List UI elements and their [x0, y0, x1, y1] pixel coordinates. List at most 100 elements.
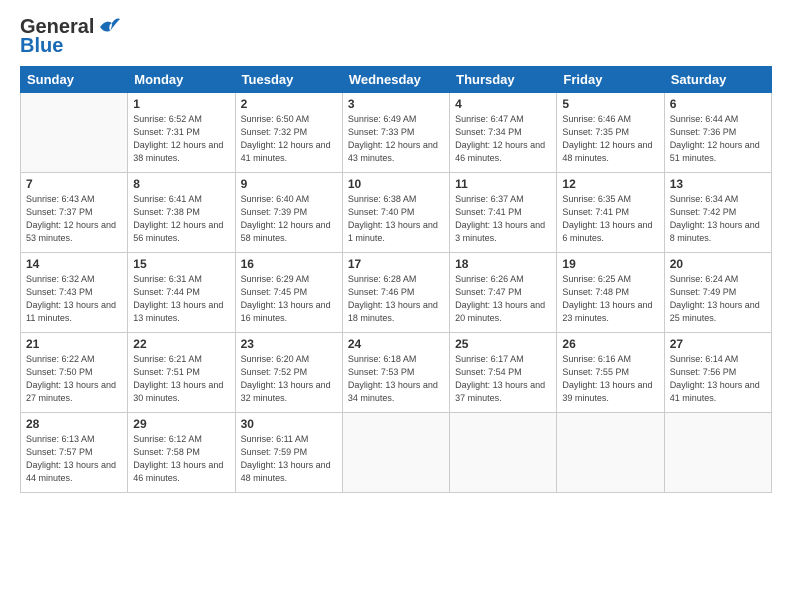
day-number: 13	[670, 177, 766, 191]
logo-blue-text: Blue	[20, 35, 63, 58]
cell-sun-info: Sunrise: 6:22 AMSunset: 7:50 PMDaylight:…	[26, 353, 122, 405]
cell-sun-info: Sunrise: 6:37 AMSunset: 7:41 PMDaylight:…	[455, 193, 551, 245]
calendar-cell	[664, 413, 771, 493]
cell-sun-info: Sunrise: 6:40 AMSunset: 7:39 PMDaylight:…	[241, 193, 337, 245]
calendar-cell: 16Sunrise: 6:29 AMSunset: 7:45 PMDayligh…	[235, 253, 342, 333]
day-number: 7	[26, 177, 122, 191]
calendar-cell: 30 Sunrise: 6:11 AMSunset: 7:59 PMDayligh…	[235, 413, 342, 493]
day-number: 22	[133, 337, 229, 351]
calendar-day-header-saturday: Saturday	[664, 67, 771, 93]
calendar-week-row: 1 Sunrise: 6:52 AMSunset: 7:31 PMDaylight…	[21, 93, 772, 173]
calendar-cell: 19 Sunrise: 6:25 AMSunset: 7:48 PMDayligh…	[557, 253, 664, 333]
calendar-cell: 23 Sunrise: 6:20 AMSunset: 7:52 PMDayligh…	[235, 333, 342, 413]
calendar-cell: 20 Sunrise: 6:24 AMSunset: 7:49 PMDayligh…	[664, 253, 771, 333]
cell-sun-info: Sunrise: 6:18 AMSunset: 7:53 PMDaylight:…	[348, 353, 444, 405]
day-number: 25	[455, 337, 551, 351]
cell-sun-info: Sunrise: 6:20 AMSunset: 7:52 PMDaylight:…	[241, 353, 337, 405]
day-number: 18	[455, 257, 551, 271]
calendar-cell: 13 Sunrise: 6:34 AMSunset: 7:42 PMDayligh…	[664, 173, 771, 253]
day-number: 28	[26, 417, 122, 431]
calendar-cell: 9 Sunrise: 6:40 AMSunset: 7:39 PMDaylight…	[235, 173, 342, 253]
calendar-cell: 26 Sunrise: 6:16 AMSunset: 7:55 PMDayligh…	[557, 333, 664, 413]
calendar-cell: 6 Sunrise: 6:44 AMSunset: 7:36 PMDaylight…	[664, 93, 771, 173]
calendar-cell	[21, 93, 128, 173]
calendar-week-row: 21 Sunrise: 6:22 AMSunset: 7:50 PMDayligh…	[21, 333, 772, 413]
logo: General Blue	[20, 16, 120, 58]
calendar-week-row: 14 Sunrise: 6:32 AMSunset: 7:43 PMDayligh…	[21, 253, 772, 333]
calendar-cell: 12 Sunrise: 6:35 AMSunset: 7:41 PMDayligh…	[557, 173, 664, 253]
cell-sun-info: Sunrise: 6:47 AMSunset: 7:34 PMDaylight:…	[455, 113, 551, 165]
day-number: 5	[562, 97, 658, 111]
calendar-day-header-friday: Friday	[557, 67, 664, 93]
cell-sun-info: Sunrise: 6:14 AMSunset: 7:56 PMDaylight:…	[670, 353, 766, 405]
cell-sun-info: Sunrise: 6:43 AMSunset: 7:37 PMDaylight:…	[26, 193, 122, 245]
cell-sun-info: Sunrise: 6:25 AMSunset: 7:48 PMDaylight:…	[562, 273, 658, 325]
cell-sun-info: Sunrise: 6:28 AMSunset: 7:46 PMDaylight:…	[348, 273, 444, 325]
calendar-cell: 21 Sunrise: 6:22 AMSunset: 7:50 PMDayligh…	[21, 333, 128, 413]
cell-sun-info: Sunrise: 6:50 AMSunset: 7:32 PMDaylight:…	[241, 113, 337, 165]
calendar-day-header-sunday: Sunday	[21, 67, 128, 93]
cell-sun-info: Sunrise: 6:17 AMSunset: 7:54 PMDaylight:…	[455, 353, 551, 405]
cell-sun-info: Sunrise: 6:44 AMSunset: 7:36 PMDaylight:…	[670, 113, 766, 165]
header: General Blue	[20, 16, 772, 58]
day-number: 20	[670, 257, 766, 271]
cell-sun-info: Sunrise: 6:46 AMSunset: 7:35 PMDaylight:…	[562, 113, 658, 165]
day-number: 23	[241, 337, 337, 351]
calendar-cell: 3 Sunrise: 6:49 AMSunset: 7:33 PMDaylight…	[342, 93, 449, 173]
cell-sun-info: Sunrise: 6:34 AMSunset: 7:42 PMDaylight:…	[670, 193, 766, 245]
cell-sun-info: Sunrise: 6:11 AMSunset: 7:59 PMDaylight:…	[241, 433, 337, 485]
calendar-week-row: 7 Sunrise: 6:43 AMSunset: 7:37 PMDaylight…	[21, 173, 772, 253]
cell-sun-info: Sunrise: 6:32 AMSunset: 7:43 PMDaylight:…	[26, 273, 122, 325]
calendar-day-header-thursday: Thursday	[450, 67, 557, 93]
calendar-cell	[557, 413, 664, 493]
calendar-cell: 18 Sunrise: 6:26 AMSunset: 7:47 PMDayligh…	[450, 253, 557, 333]
calendar-header-row: SundayMondayTuesdayWednesdayThursdayFrid…	[21, 67, 772, 93]
calendar-cell: 2 Sunrise: 6:50 AMSunset: 7:32 PMDaylight…	[235, 93, 342, 173]
cell-sun-info: Sunrise: 6:26 AMSunset: 7:47 PMDaylight:…	[455, 273, 551, 325]
day-number: 29	[133, 417, 229, 431]
calendar-cell: 24 Sunrise: 6:18 AMSunset: 7:53 PMDayligh…	[342, 333, 449, 413]
day-number: 6	[670, 97, 766, 111]
calendar-table: SundayMondayTuesdayWednesdayThursdayFrid…	[20, 66, 772, 493]
calendar-week-row: 28Sunrise: 6:13 AMSunset: 7:57 PMDayligh…	[21, 413, 772, 493]
day-number: 9	[241, 177, 337, 191]
calendar-cell: 17 Sunrise: 6:28 AMSunset: 7:46 PMDayligh…	[342, 253, 449, 333]
day-number: 11	[455, 177, 551, 191]
cell-sun-info: Sunrise: 6:29 AMSunset: 7:45 PMDaylight:…	[241, 273, 337, 325]
cell-sun-info: Sunrise: 6:52 AMSunset: 7:31 PMDaylight:…	[133, 113, 229, 165]
calendar-cell: 1 Sunrise: 6:52 AMSunset: 7:31 PMDaylight…	[128, 93, 235, 173]
day-number: 4	[455, 97, 551, 111]
day-number: 24	[348, 337, 444, 351]
day-number: 26	[562, 337, 658, 351]
day-number: 27	[670, 337, 766, 351]
cell-sun-info: Sunrise: 6:24 AMSunset: 7:49 PMDaylight:…	[670, 273, 766, 325]
day-number: 12	[562, 177, 658, 191]
day-number: 30	[241, 417, 337, 431]
calendar-cell: 27 Sunrise: 6:14 AMSunset: 7:56 PMDayligh…	[664, 333, 771, 413]
day-number: 19	[562, 257, 658, 271]
day-number: 21	[26, 337, 122, 351]
cell-sun-info: Sunrise: 6:49 AMSunset: 7:33 PMDaylight:…	[348, 113, 444, 165]
calendar-cell: 10Sunrise: 6:38 AMSunset: 7:40 PMDayligh…	[342, 173, 449, 253]
calendar-cell: 25 Sunrise: 6:17 AMSunset: 7:54 PMDayligh…	[450, 333, 557, 413]
calendar-cell: 29 Sunrise: 6:12 AMSunset: 7:58 PMDayligh…	[128, 413, 235, 493]
cell-sun-info: Sunrise: 6:41 AMSunset: 7:38 PMDaylight:…	[133, 193, 229, 245]
calendar-day-header-tuesday: Tuesday	[235, 67, 342, 93]
calendar-cell: 14 Sunrise: 6:32 AMSunset: 7:43 PMDayligh…	[21, 253, 128, 333]
cell-sun-info: Sunrise: 6:35 AMSunset: 7:41 PMDaylight:…	[562, 193, 658, 245]
day-number: 14	[26, 257, 122, 271]
calendar-cell: 8 Sunrise: 6:41 AMSunset: 7:38 PMDaylight…	[128, 173, 235, 253]
day-number: 3	[348, 97, 444, 111]
calendar-cell	[342, 413, 449, 493]
calendar-day-header-wednesday: Wednesday	[342, 67, 449, 93]
calendar-cell: 22Sunrise: 6:21 AMSunset: 7:51 PMDayligh…	[128, 333, 235, 413]
day-number: 1	[133, 97, 229, 111]
day-number: 8	[133, 177, 229, 191]
calendar-cell: 5 Sunrise: 6:46 AMSunset: 7:35 PMDaylight…	[557, 93, 664, 173]
calendar-cell: 15Sunrise: 6:31 AMSunset: 7:44 PMDayligh…	[128, 253, 235, 333]
day-number: 2	[241, 97, 337, 111]
cell-sun-info: Sunrise: 6:12 AMSunset: 7:58 PMDaylight:…	[133, 433, 229, 485]
calendar-cell: 11 Sunrise: 6:37 AMSunset: 7:41 PMDayligh…	[450, 173, 557, 253]
cell-sun-info: Sunrise: 6:16 AMSunset: 7:55 PMDaylight:…	[562, 353, 658, 405]
day-number: 17	[348, 257, 444, 271]
